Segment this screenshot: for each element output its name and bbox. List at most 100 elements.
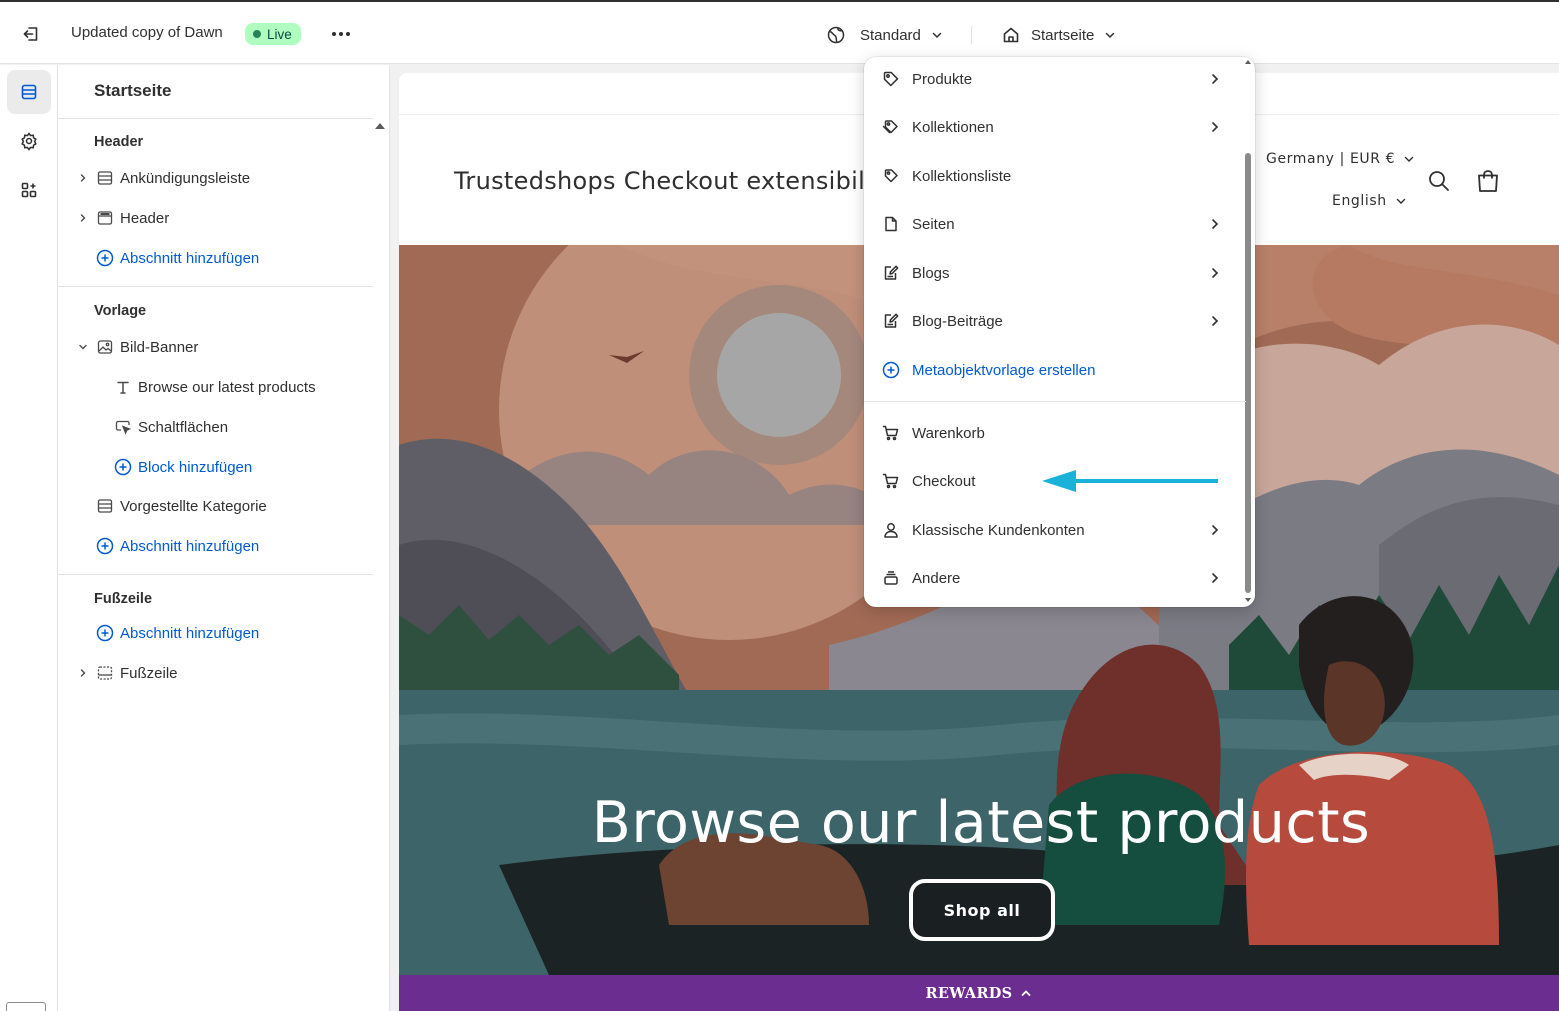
chevron-right-icon: [1208, 120, 1222, 134]
block-label: Browse our latest products: [138, 378, 316, 396]
menu-item-blog-posts[interactable]: Blog-Beiträge: [864, 301, 1244, 341]
theme-name: Updated copy of Dawn: [71, 24, 223, 41]
banner-heading[interactable]: Browse our latest products: [399, 790, 1559, 856]
divider: [58, 574, 373, 575]
menu-item-create-metaobject-template[interactable]: Metaobjektvorlage erstellen: [864, 350, 1244, 390]
live-label: Live: [267, 26, 292, 42]
add-section-link[interactable]: Abschnitt hinzufügen: [96, 621, 259, 645]
menu-item-cart[interactable]: Warenkorb: [864, 413, 1244, 453]
dropdown-scrollbar[interactable]: [1245, 153, 1251, 593]
add-block-label: Block hinzufügen: [138, 458, 253, 476]
sections-icon: [19, 82, 39, 102]
section-layout-icon: [96, 497, 114, 515]
exit-icon: [21, 24, 41, 44]
view-mode-label: Standard: [860, 26, 921, 44]
section-image-banner[interactable]: Bild-Banner: [76, 335, 198, 359]
section-header[interactable]: Header: [76, 206, 169, 230]
plus-circle-icon: [96, 537, 114, 555]
menu-item-label: Kollektionsliste: [912, 167, 1012, 185]
cart-icon: [881, 471, 901, 491]
annotation-arrow-icon: [1042, 470, 1218, 492]
chevron-down-icon: [1403, 153, 1415, 165]
page-select[interactable]: Startseite: [1001, 22, 1116, 48]
dropdown-scroll-up-arrow[interactable]: [1245, 60, 1251, 64]
sections-tab-button[interactable]: [7, 70, 51, 114]
chevron-right-icon[interactable]: [76, 668, 90, 678]
chevron-right-icon[interactable]: [76, 173, 90, 183]
section-label: Fußzeile: [120, 664, 178, 682]
footer-layout-icon: [96, 664, 114, 682]
block-heading[interactable]: Browse our latest products: [114, 375, 316, 399]
chevron-down-icon: [1395, 195, 1407, 207]
section-footer[interactable]: Fußzeile: [76, 661, 178, 685]
apps-icon: [19, 180, 39, 200]
store-cart-button[interactable]: [1473, 166, 1503, 196]
menu-item-label: Andere: [912, 569, 961, 587]
plus-circle-icon: [114, 458, 132, 476]
editor-icon-rail: [0, 65, 58, 1011]
blog-icon: [881, 263, 901, 283]
page-icon: [881, 214, 901, 234]
divider: [58, 118, 373, 119]
blog-icon: [881, 311, 901, 331]
plus-circle-icon: [881, 360, 901, 380]
store-name[interactable]: Trustedshops Checkout extensibili: [454, 167, 872, 195]
more-horizontal-icon: [331, 31, 351, 37]
language-selector[interactable]: English: [1332, 193, 1407, 209]
view-mode-select[interactable]: Standard: [826, 22, 943, 48]
rewards-launcher[interactable]: REWARDS: [399, 975, 1559, 1011]
add-block-link[interactable]: Block hinzufügen: [114, 455, 252, 479]
chevron-down-icon: [931, 29, 943, 41]
group-title-header: Header: [94, 134, 144, 150]
group-title-template: Vorlage: [94, 303, 147, 319]
menu-item-collections[interactable]: Kollektionen: [864, 107, 1244, 147]
header-layout-icon: [96, 209, 114, 227]
menu-item-label: Blogs: [912, 264, 950, 282]
chevron-up-icon: [1020, 987, 1032, 999]
rail-bottom-tab[interactable]: [6, 1002, 46, 1011]
country-selector[interactable]: Germany | EUR €: [1266, 151, 1415, 167]
menu-item-blogs[interactable]: Blogs: [864, 253, 1244, 293]
live-dot-icon: [253, 30, 261, 38]
add-section-link[interactable]: Abschnitt hinzufügen: [96, 534, 259, 558]
tag-icon: [881, 69, 901, 89]
menu-item-pages[interactable]: Seiten: [864, 204, 1244, 244]
section-layout-icon: [96, 169, 114, 187]
shop-all-button[interactable]: Shop all: [909, 879, 1055, 941]
menu-item-label: Seiten: [912, 215, 955, 233]
menu-item-label: Klassische Kundenkonten: [912, 521, 1085, 539]
sidebar-title: Startseite: [94, 81, 172, 100]
menu-item-products[interactable]: Produkte: [864, 59, 1244, 99]
menu-item-label: Produkte: [912, 70, 973, 88]
menu-item-other[interactable]: Andere: [864, 558, 1244, 598]
add-section-link[interactable]: Abschnitt hinzufügen: [96, 246, 259, 270]
block-label: Schaltflächen: [138, 418, 229, 436]
exit-editor-button[interactable]: [18, 22, 44, 46]
home-icon: [1001, 25, 1021, 45]
live-status-badge: Live: [245, 23, 301, 45]
person-icon: [881, 520, 901, 540]
section-label: Ankündigungsleiste: [120, 169, 251, 187]
sections-sidebar: Startseite Header Ankündigungsleiste Hea…: [58, 65, 390, 1011]
chevron-right-icon: [1208, 523, 1222, 537]
section-featured-collection[interactable]: Vorgestellte Kategorie: [96, 494, 267, 518]
chevron-right-icon[interactable]: [76, 213, 90, 223]
apps-tab-button[interactable]: [7, 168, 51, 212]
add-section-label: Abschnitt hinzufügen: [120, 249, 260, 267]
more-actions-button[interactable]: [328, 22, 354, 46]
dropdown-scroll-down-arrow[interactable]: [1245, 598, 1251, 602]
section-announcement-bar[interactable]: Ankündigungsleiste: [76, 166, 250, 190]
menu-item-label: Blog-Beiträge: [912, 312, 1003, 330]
plus-circle-icon: [96, 249, 114, 267]
menu-item-classic-customer-accounts[interactable]: Klassische Kundenkonten: [864, 510, 1244, 550]
sidebar-scroll-up-arrow[interactable]: [375, 123, 385, 129]
store-search-button[interactable]: [1424, 166, 1454, 196]
menu-item-collection-list[interactable]: Kollektionsliste: [864, 156, 1244, 196]
chevron-right-icon: [1208, 266, 1222, 280]
chevron-down-icon[interactable]: [76, 342, 90, 352]
theme-settings-tab-button[interactable]: [7, 119, 51, 163]
plus-circle-icon: [96, 624, 114, 642]
menu-item-label: Metaobjektvorlage erstellen: [912, 361, 1096, 379]
block-buttons[interactable]: Schaltflächen: [114, 415, 228, 439]
chevron-down-icon: [1104, 29, 1116, 41]
